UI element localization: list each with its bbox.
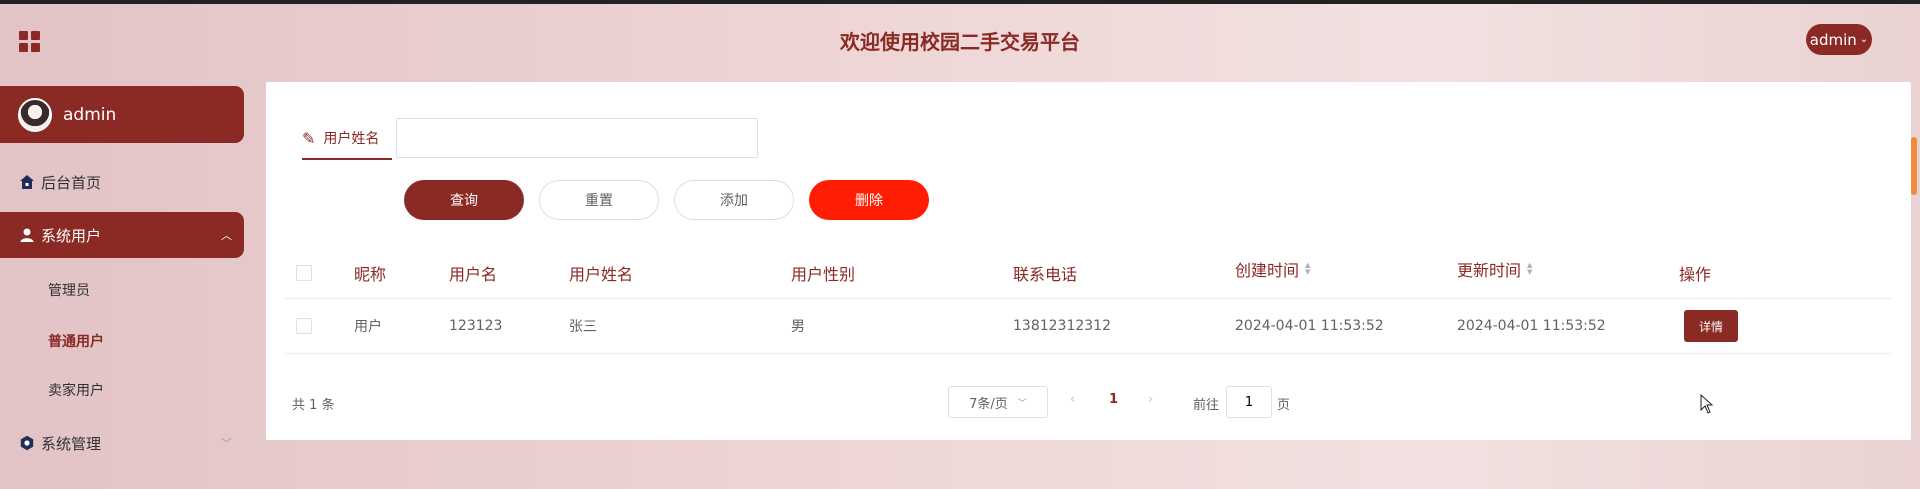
page-size-value: 7条/页 [969,396,1008,412]
column-header: 联系电话 [1013,265,1078,284]
sort-icon[interactable]: ▲ ▼ [1305,262,1310,276]
delete-button[interactable]: 删除 [809,180,929,220]
column-header-label: 创建时间 [1235,261,1300,280]
detail-button[interactable]: 详情 [1684,310,1738,342]
cell-created: 2024-04-01 11:53:52 [1235,318,1384,334]
column-header-label: 更新时间 [1457,261,1522,280]
column-header: 用户名 [449,265,498,284]
goto-suffix: 页 [1277,398,1291,413]
pagination: 共 1 条 7条/页 ﹀ ‹ 1 › 前往 页 [266,386,1911,418]
search-label-text: 用户姓名 [323,131,380,147]
add-button[interactable]: 添加 [674,180,794,220]
top-header: 欢迎使用校园二手交易平台 admin ⌄ [0,4,1920,76]
cell-username: 123123 [449,318,503,334]
profile-name: admin [63,104,117,125]
sidebar-item-label: 后台首页 [41,173,102,192]
goto-label: 前往 [1193,398,1220,413]
column-header: 用户姓名 [569,265,634,284]
cell-nickname: 用户 [354,319,382,335]
prev-page-icon[interactable]: ‹ [1070,392,1075,407]
table-header: 昵称 用户名 用户姓名 用户性别 联系电话 创建时间 ▲ ▼ 更新时间 ▲ ▼ 操作 [284,248,1892,299]
page-size-select[interactable]: 7条/页 ﹀ [948,386,1048,418]
page-title: 欢迎使用校园二手交易平台 [840,30,1080,54]
column-header: 用户性别 [791,265,856,284]
cell-phone: 13812312312 [1013,318,1111,334]
goto-page-input[interactable] [1226,386,1272,418]
cell-realname: 张三 [569,319,597,335]
chevron-down-icon: ⌄ [1859,34,1869,45]
user-menu-label: admin [1809,30,1857,49]
column-header-updated[interactable]: 更新时间 ▲ ▼ [1457,244,1532,294]
column-header-created[interactable]: 创建时间 ▲ ▼ [1235,244,1310,294]
chevron-up-icon: ︿ [221,229,232,242]
sidebar-item-label: 系统用户 [41,226,102,245]
sidebar-item-label: 系统管理 [41,434,102,453]
next-page-icon[interactable]: › [1148,392,1153,407]
avatar [18,97,52,132]
column-header: 操作 [1679,265,1712,284]
cell-updated: 2024-04-01 11:53:52 [1457,318,1606,334]
chevron-down-icon: ﹀ [221,437,232,450]
column-header: 昵称 [354,265,387,284]
sidebar-item-system-users[interactable]: 系统用户 ︿ [0,212,244,258]
mouse-cursor-icon [1700,394,1714,414]
query-button[interactable]: 查询 [404,180,524,220]
select-all-checkbox[interactable] [296,265,312,281]
gear-icon [20,435,34,451]
sidebar-item-system-management[interactable]: 系统管理 ﹀ [0,420,244,466]
search-label: ✎ 用户姓名 [302,118,392,160]
home-icon [20,175,34,189]
scrollbar-thumb[interactable] [1911,137,1917,195]
sidebar-subitem-sellers[interactable]: 卖家用户 [0,370,244,410]
sidebar-profile: admin [0,86,244,143]
sidebar-item-home[interactable]: 后台首页 [0,159,244,205]
user-icon [20,228,34,242]
table-row: 用户 123123 张三 男 13812312312 2024-04-01 11… [284,299,1892,354]
row-checkbox[interactable] [296,318,312,334]
cell-gender: 男 [791,319,805,335]
sidebar-subitem-admins[interactable]: 管理员 [0,270,244,310]
user-name-search-input[interactable] [396,118,758,158]
page-number[interactable]: 1 [1109,392,1118,407]
chevron-down-icon: ﹀ [1017,398,1027,409]
total-count: 共 1 条 [292,398,335,413]
reset-button[interactable]: 重置 [539,180,659,220]
main-card: ✎ 用户姓名 查询 重置 添加 删除 昵称 用户名 用户姓名 用户性别 联系电话… [266,82,1911,440]
sort-icon[interactable]: ▲ ▼ [1527,262,1532,276]
user-menu-button[interactable]: admin ⌄ [1806,24,1872,55]
sidebar-subitem-regular-users[interactable]: 普通用户 [0,321,244,361]
pen-icon: ✎ [302,128,316,148]
